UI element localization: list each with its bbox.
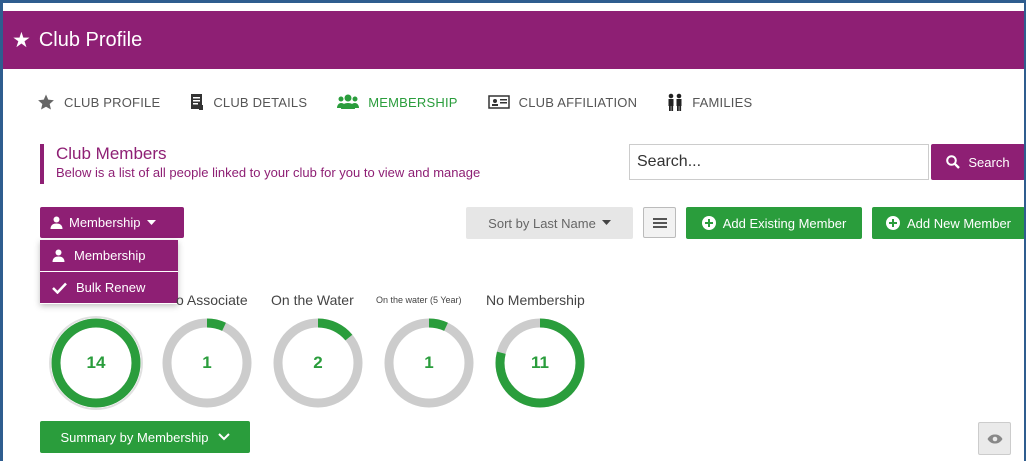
add-new-member-button[interactable]: Add New Member — [872, 207, 1024, 239]
summary-label: Summary by Membership — [60, 429, 209, 445]
star-icon: ★ — [12, 28, 31, 52]
menu-item-membership[interactable]: Membership — [40, 240, 178, 272]
plus-circle-icon — [701, 216, 716, 230]
star-icon — [37, 93, 55, 111]
tab-label: CLUB PROFILE — [64, 94, 161, 110]
caret-down-icon — [146, 219, 156, 226]
app-frame: ★ Club Profile CLUB PROFILE CLUB DETAILS… — [3, 3, 1024, 461]
visibility-toggle-button[interactable] — [978, 422, 1011, 455]
tab-families[interactable]: FAMILIES — [667, 93, 752, 111]
tab-label: CLUB AFFILIATION — [518, 94, 638, 110]
category-label: No Membership — [486, 292, 585, 308]
membership-count-ring[interactable]: 14 — [48, 315, 144, 411]
tab-label: FAMILIES — [692, 94, 753, 110]
membership-count-ring[interactable]: 1 — [159, 315, 255, 411]
search-button[interactable]: Search — [931, 144, 1024, 180]
search-icon — [946, 155, 961, 169]
check-icon — [52, 282, 67, 294]
membership-dropdown-label: Membership — [69, 215, 141, 230]
tab-club-affiliation[interactable]: CLUB AFFILIATION — [487, 94, 638, 110]
menu-item-label: Bulk Renew — [76, 280, 146, 295]
section-header: Club Members Below is a list of all peop… — [40, 144, 480, 184]
membership-count-ring[interactable]: 1 — [381, 315, 477, 411]
add-new-label: Add New Member — [906, 215, 1012, 231]
page-title: Club Profile — [38, 28, 143, 51]
ring-count: 1 — [424, 353, 434, 372]
tab-bar: CLUB PROFILE CLUB DETAILS MEMBERSHIP CLU… — [37, 93, 782, 111]
category-label: On the Water — [271, 292, 354, 308]
menu-item-label: Membership — [74, 248, 146, 263]
family-icon — [667, 93, 683, 111]
caret-down-icon — [601, 220, 611, 226]
sort-label: Sort by Last Name — [488, 215, 596, 231]
tab-club-profile[interactable]: CLUB PROFILE — [37, 93, 160, 111]
tab-label: MEMBERSHIP — [368, 94, 458, 110]
search-input[interactable] — [629, 144, 929, 180]
document-icon — [190, 93, 204, 111]
header-bar: ★ Club Profile — [3, 11, 1024, 69]
id-card-icon — [487, 94, 510, 110]
search-button-label: Search — [968, 154, 1010, 170]
user-icon — [52, 249, 65, 262]
category-label: On the water (5 Year) — [376, 295, 462, 305]
tab-membership[interactable]: MEMBERSHIP — [337, 94, 457, 110]
add-existing-member-button[interactable]: Add Existing Member — [686, 207, 862, 239]
ring-count: 2 — [313, 353, 323, 372]
add-existing-label: Add Existing Member — [722, 215, 847, 231]
membership-dropdown[interactable]: Membership — [40, 207, 184, 238]
membership-dropdown-menu: Membership Bulk Renew — [40, 240, 178, 304]
section-subtitle: Below is a list of all people linked to … — [56, 165, 481, 180]
membership-count-ring[interactable]: 2 — [270, 315, 366, 411]
ring-count: 1 — [202, 353, 212, 372]
chevron-down-icon — [217, 433, 230, 441]
list-icon — [652, 217, 667, 229]
eye-icon — [987, 434, 1003, 444]
list-view-button[interactable] — [643, 207, 676, 238]
ring-count: 14 — [86, 353, 106, 372]
plus-circle-icon — [885, 216, 900, 230]
sort-dropdown[interactable]: Sort by Last Name — [466, 207, 633, 239]
summary-by-membership-button[interactable]: Summary by Membership — [40, 421, 250, 453]
menu-item-bulk-renew[interactable]: Bulk Renew — [40, 272, 178, 304]
membership-count-ring[interactable]: 11 — [492, 315, 588, 411]
tab-club-details[interactable]: CLUB DETAILS — [190, 93, 307, 111]
tab-label: CLUB DETAILS — [213, 94, 308, 110]
users-icon — [337, 94, 360, 110]
user-icon — [50, 216, 63, 229]
ring-count: 11 — [531, 353, 549, 372]
section-title: Club Members — [56, 144, 167, 163]
category-label: o Associate — [176, 292, 248, 308]
